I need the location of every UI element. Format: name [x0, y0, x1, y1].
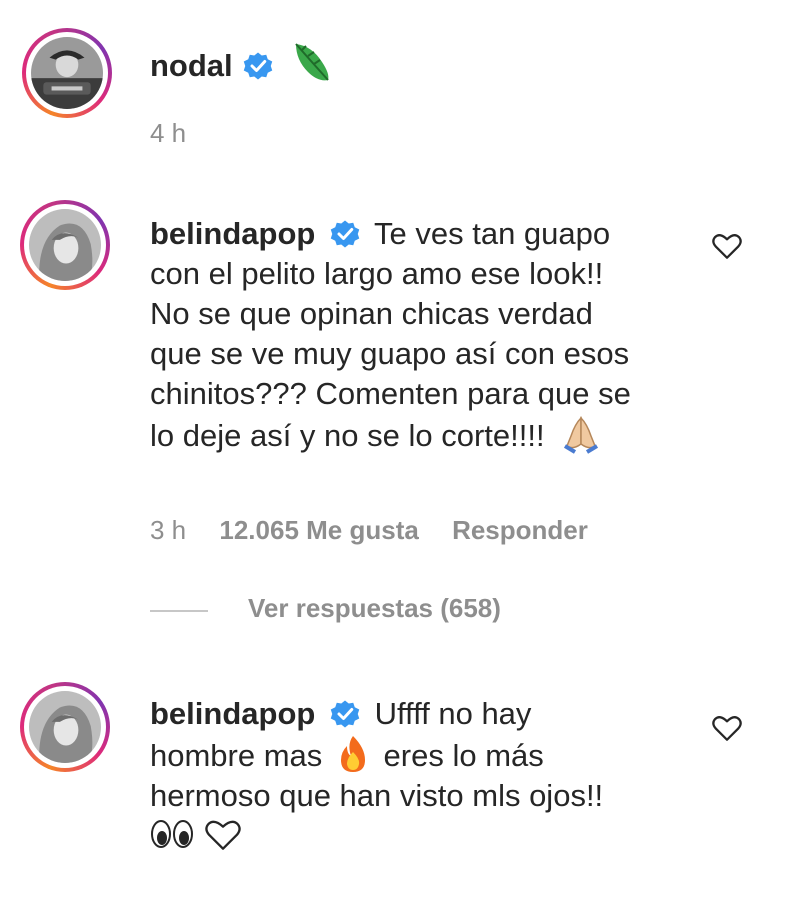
belindapop-photo: [29, 209, 101, 281]
replies-divider: [150, 610, 208, 612]
post-time: 4 h: [150, 118, 187, 148]
comment-line: eres lo más: [383, 738, 544, 773]
post-author-row: nodal: [150, 40, 334, 84]
white-heart-emoji: [204, 820, 241, 850]
comment-line: Te ves tan guapo: [374, 216, 611, 251]
like-comment-2-heart-icon[interactable]: [710, 710, 744, 744]
comment-1-username[interactable]: belindapop: [150, 216, 315, 251]
verified-badge-icon: [330, 700, 360, 728]
comment-line: con el pelito largo amo ese look!!: [150, 256, 604, 291]
comment-2-username[interactable]: belindapop: [150, 696, 315, 731]
avatar-nodal[interactable]: [22, 28, 112, 118]
folded-hands-emoji: [564, 416, 599, 454]
comment-2-body: belindapop Uffff no hay hombre mas eres …: [150, 694, 603, 856]
verified-badge-icon: [243, 52, 273, 80]
like-comment-1-heart-icon[interactable]: [710, 228, 744, 262]
likes-count[interactable]: 12.065 Me gusta: [219, 515, 418, 545]
verified-badge-icon: [330, 220, 360, 248]
reply-button[interactable]: Responder: [452, 515, 588, 545]
view-replies-button[interactable]: Ver respuestas (658): [248, 593, 501, 624]
leaf-emoji: [294, 43, 329, 81]
comment-line: lo deje así y no se lo corte!!!!: [150, 418, 545, 453]
username[interactable]: nodal: [150, 48, 233, 83]
comment-line: Uffff no hay: [374, 696, 532, 731]
avatar-belindapop[interactable]: [20, 682, 110, 772]
comment-time: 3 h: [150, 515, 187, 545]
belindapop-photo: [29, 691, 101, 763]
avatar-belindapop[interactable]: [20, 200, 110, 290]
comment-1-meta: 3 h 12.065 Me gusta Responder: [150, 515, 588, 546]
comment-line: hombre mas: [150, 738, 323, 773]
nodal-photo: [31, 37, 103, 109]
eyes-emoji: [151, 820, 193, 848]
comment-line: hermoso que han visto mls ojos!!: [150, 778, 604, 813]
comment-line: No se que opinan chicas verdad: [150, 296, 593, 331]
comment-line: que se ve muy guapo así con esos: [150, 336, 630, 371]
comment-1-body: belindapop Te ves tan guapo con el pelit…: [150, 214, 631, 456]
fire-emoji: [340, 736, 365, 772]
comment-line: chinitos??? Comenten para que se: [150, 376, 631, 411]
